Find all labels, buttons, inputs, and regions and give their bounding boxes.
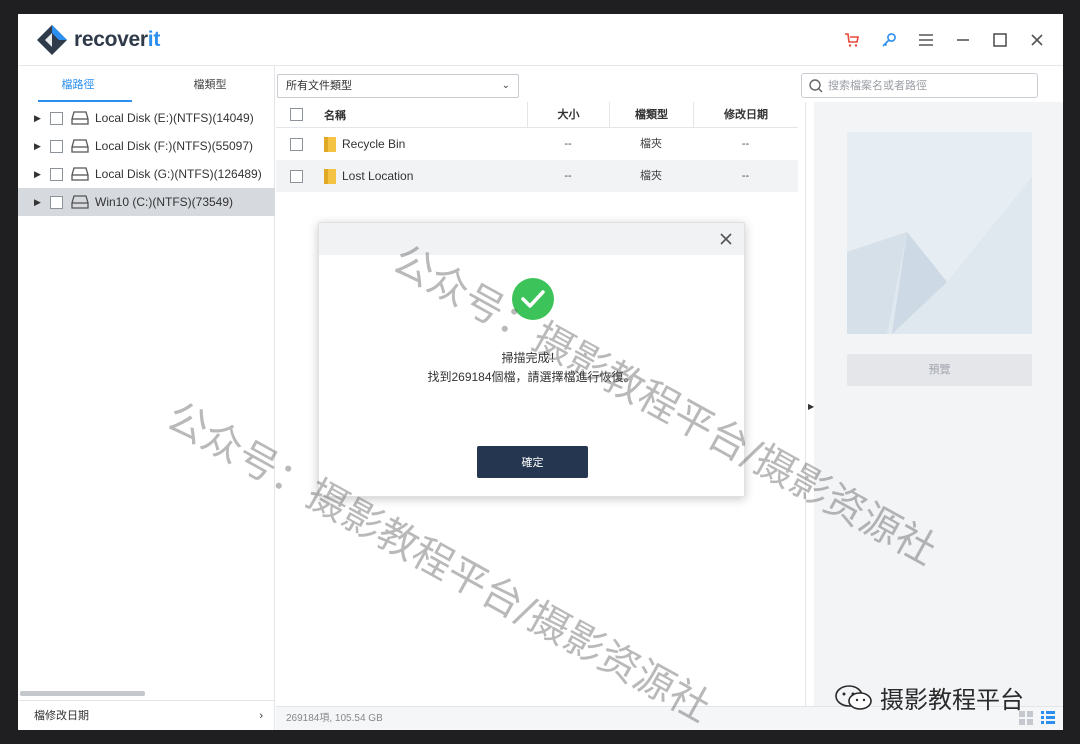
file-type: 檔夾 xyxy=(640,138,662,150)
minimize-icon[interactable] xyxy=(944,26,981,54)
hard-disk-icon xyxy=(71,167,89,181)
tree-item-label: Local Disk (G:)(NTFS)(126489) xyxy=(95,167,262,181)
modified-date-filter[interactable]: 檔修改日期 › xyxy=(18,700,275,730)
file-name: Lost Location xyxy=(342,169,414,183)
dialog-close-icon[interactable] xyxy=(716,229,736,249)
tree-item-label: Local Disk (F:)(NTFS)(55097) xyxy=(95,139,254,153)
expand-caret-icon[interactable]: ▶ xyxy=(34,197,46,208)
tree-checkbox[interactable] xyxy=(50,111,63,125)
dialog-title: 掃描完成！ xyxy=(501,351,562,365)
status-text: 269184項, 105.54 GB xyxy=(286,713,383,724)
table-header: 名稱 大小 檔類型 修改日期 xyxy=(276,101,798,128)
tab-file-type[interactable]: 檔類型 xyxy=(154,66,266,104)
drive-tree: ▶ Local Disk (E:)(NTFS)(14049) ▶ Local D… xyxy=(18,104,275,216)
menu-icon[interactable] xyxy=(907,26,944,54)
tab-file-path[interactable]: 檔路徑 xyxy=(22,66,134,104)
search-box[interactable] xyxy=(801,73,1038,98)
title-bar: recoverit xyxy=(18,14,1063,66)
column-header-type[interactable]: 檔類型 xyxy=(609,101,693,128)
preview-pane: 預覽 xyxy=(814,102,1063,706)
ok-button[interactable]: 確定 xyxy=(477,446,588,478)
app-window: recoverit 檔路徑 檔類型 ▶ Local Disk (E:)(NTFS… xyxy=(18,14,1063,730)
table-row[interactable]: Lost Location -- 檔夾 -- xyxy=(276,160,798,192)
search-icon xyxy=(809,79,823,93)
file-name: Recycle Bin xyxy=(342,137,406,151)
app-logo: recoverit xyxy=(36,24,160,56)
tree-item-label: Local Disk (E:)(NTFS)(14049) xyxy=(95,111,254,125)
preview-button[interactable]: 預覽 xyxy=(847,354,1032,386)
dialog-message: 找到269184個檔，請選擇檔進行恢復。 xyxy=(427,370,636,384)
key-icon[interactable] xyxy=(870,26,907,54)
wechat-logo-icon xyxy=(835,684,872,710)
tree-item-disk-c[interactable]: ▶ Win10 (C:)(NTFS)(73549) xyxy=(18,188,275,216)
hard-disk-icon xyxy=(71,195,89,209)
file-size: -- xyxy=(564,138,572,150)
file-type-select-value: 所有文件類型 xyxy=(286,80,352,92)
file-size: -- xyxy=(564,170,572,182)
hard-disk-icon xyxy=(71,111,89,125)
row-checkbox[interactable] xyxy=(289,169,303,183)
pane-splitter[interactable]: ▶ xyxy=(805,102,814,706)
file-date: -- xyxy=(741,138,750,150)
maximize-icon[interactable] xyxy=(981,26,1018,54)
folder-icon xyxy=(324,168,336,184)
horizontal-scrollbar[interactable] xyxy=(20,691,145,696)
tree-checkbox[interactable] xyxy=(50,139,63,153)
select-all-checkbox[interactable] xyxy=(289,108,303,121)
list-view-icon[interactable] xyxy=(1041,711,1055,730)
app-name: recoverit xyxy=(74,28,161,51)
scan-complete-dialog: 掃描完成！ 找到269184個檔，請選擇檔進行恢復。 確定 xyxy=(318,222,745,497)
row-checkbox[interactable] xyxy=(289,137,303,151)
close-icon[interactable] xyxy=(1018,26,1055,54)
file-type: 檔夾 xyxy=(640,170,662,182)
recoverit-logo-icon xyxy=(37,25,67,55)
column-header-size[interactable]: 大小 xyxy=(527,101,609,128)
column-header-name[interactable]: 名稱 xyxy=(316,107,527,123)
filter-label: 檔修改日期 xyxy=(34,710,89,722)
tree-checkbox[interactable] xyxy=(50,195,63,209)
folder-icon xyxy=(324,136,336,152)
expand-caret-icon[interactable]: ▶ xyxy=(34,113,46,124)
expand-caret-icon[interactable]: ▶ xyxy=(34,169,46,180)
table-row[interactable]: Recycle Bin -- 檔夾 -- xyxy=(276,128,798,160)
column-header-date[interactable]: 修改日期 xyxy=(693,101,798,128)
left-pane: 檔路徑 檔類型 ▶ Local Disk (E:)(NTFS)(14049) ▶… xyxy=(18,66,275,730)
expand-caret-icon[interactable]: ▶ xyxy=(34,141,46,152)
dialog-header xyxy=(319,223,744,255)
search-input[interactable] xyxy=(828,77,1028,95)
preview-placeholder-image xyxy=(847,132,1032,334)
success-check-icon xyxy=(512,278,554,320)
tree-item-disk-e[interactable]: ▶ Local Disk (E:)(NTFS)(14049) xyxy=(18,104,275,132)
tree-item-disk-f[interactable]: ▶ Local Disk (F:)(NTFS)(55097) xyxy=(18,132,275,160)
tree-item-disk-g[interactable]: ▶ Local Disk (G:)(NTFS)(126489) xyxy=(18,160,275,188)
file-date: -- xyxy=(741,170,750,182)
tree-item-label: Win10 (C:)(NTFS)(73549) xyxy=(95,195,234,209)
tree-checkbox[interactable] xyxy=(50,167,63,181)
chevron-down-icon: ⌄ xyxy=(501,80,510,91)
file-type-select[interactable]: 所有文件類型 ⌄ xyxy=(277,74,519,98)
file-table: 名稱 大小 檔類型 修改日期 Recycle Bin -- 檔夾 -- Lost… xyxy=(276,101,798,192)
corner-watermark: 摄影教程平台 xyxy=(834,680,1024,715)
chevron-right-icon: › xyxy=(259,710,263,722)
corner-watermark-text: 摄影教程平台 xyxy=(880,687,1024,714)
view-tabs: 檔路徑 檔類型 xyxy=(18,66,275,104)
hard-disk-icon xyxy=(71,139,89,153)
cart-icon[interactable] xyxy=(833,26,870,54)
